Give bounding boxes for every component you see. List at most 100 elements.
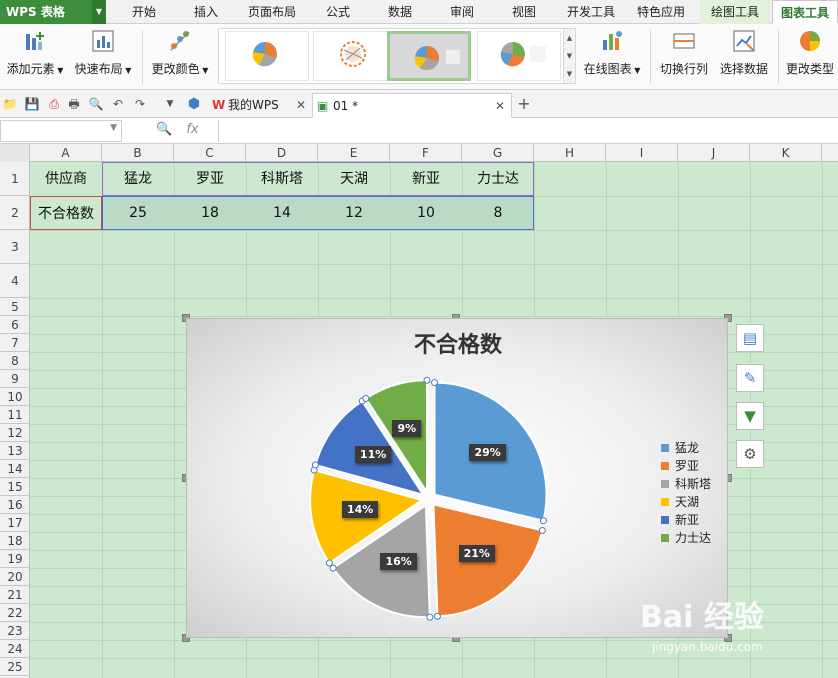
column-header-f[interactable]: F xyxy=(390,144,462,162)
undo-icon[interactable]: ↶ xyxy=(110,96,126,112)
chart-style-2[interactable] xyxy=(313,31,397,81)
tab-drawing-tools[interactable]: 绘图工具 xyxy=(700,0,770,24)
change-type-button[interactable]: 更改类型 xyxy=(782,28,838,77)
chart-settings-gear-icon[interactable]: ⚙ xyxy=(736,440,764,468)
column-header-a[interactable]: A xyxy=(30,144,102,162)
customize-toolbar-icon[interactable]: ▼ xyxy=(162,96,178,112)
row-header[interactable]: 3 xyxy=(0,230,30,264)
cell-a2[interactable]: 不合格数 xyxy=(30,196,102,230)
row-header[interactable]: 6 xyxy=(0,316,30,334)
tab-my-wps[interactable]: W 我的WPS ✕ xyxy=(208,93,312,118)
data-label-3[interactable]: 16% xyxy=(380,553,417,571)
row-header[interactable]: 7 xyxy=(0,334,30,352)
chart-style-3-selected[interactable] xyxy=(387,31,471,81)
select-data-button[interactable]: 选择数据 xyxy=(716,28,772,77)
row-header[interactable]: 1 xyxy=(0,162,30,196)
print-icon[interactable]: 🖶 xyxy=(66,96,82,112)
app-dropdown-icon[interactable]: ▼ xyxy=(92,0,106,24)
chart-elements-icon[interactable]: ▤ xyxy=(736,324,764,352)
column-header-d[interactable]: D xyxy=(246,144,318,162)
chart-filter-icon[interactable]: ▼ xyxy=(736,402,764,430)
tab-document-01[interactable]: ▣ 01 * ✕ xyxy=(312,93,512,118)
tab-insert[interactable]: 插入 xyxy=(180,0,232,24)
cell-a1[interactable]: 供应商 xyxy=(30,162,102,196)
data-label-2[interactable]: 21% xyxy=(458,544,495,562)
row-header[interactable]: 22 xyxy=(0,604,30,622)
column-header-k[interactable]: K xyxy=(750,144,822,162)
row-header[interactable]: 12 xyxy=(0,424,30,442)
slice-handle[interactable] xyxy=(311,461,319,469)
column-header-j[interactable]: J xyxy=(678,144,750,162)
quick-layout-button[interactable]: 快速布局 ▼ xyxy=(72,28,134,77)
row-header[interactable]: 21 xyxy=(0,586,30,604)
tab-home[interactable]: 开始 xyxy=(118,0,170,24)
column-header-i[interactable]: I xyxy=(606,144,678,162)
row-header[interactable]: 2 xyxy=(0,196,30,230)
legend-entry[interactable]: 新亚 xyxy=(661,511,699,529)
gallery-scroll[interactable]: ▲ ▼ ▼ xyxy=(563,29,575,83)
legend-entry[interactable]: 天湖 xyxy=(661,493,699,511)
tab-chart-tools[interactable]: 图表工具 xyxy=(772,0,838,24)
row-header[interactable]: 15 xyxy=(0,478,30,496)
tab-developer[interactable]: 开发工具 xyxy=(560,0,622,24)
column-header-b[interactable]: B xyxy=(102,144,174,162)
chart-style-1[interactable] xyxy=(225,31,309,81)
chevron-down-icon[interactable]: ▼ xyxy=(110,123,117,133)
select-all-corner[interactable] xyxy=(0,144,30,162)
row-header[interactable]: 17 xyxy=(0,514,30,532)
row-header[interactable]: 25 xyxy=(0,658,30,676)
row-header[interactable]: 13 xyxy=(0,442,30,460)
new-tab-icon[interactable]: + xyxy=(516,96,532,112)
row-header[interactable]: 20 xyxy=(0,568,30,586)
column-header-c[interactable]: C xyxy=(174,144,246,162)
name-box[interactable]: ▼ xyxy=(0,120,122,142)
pie-chart[interactable]: 不合格数 29% 21% 16% 14% 11% 9% 猛龙 罗亚 科斯塔 天湖 新亚 力士达 xyxy=(186,318,728,638)
save-icon[interactable]: 💾 xyxy=(24,96,40,112)
column-header-h[interactable]: H xyxy=(534,144,606,162)
online-chart-button[interactable]: 在线图表 ▼ xyxy=(580,28,644,77)
slice-handle[interactable] xyxy=(362,394,370,402)
legend-entry[interactable]: 罗亚 xyxy=(661,457,699,475)
data-label-5[interactable]: 11% xyxy=(354,446,392,464)
data-label-4[interactable]: 14% xyxy=(341,500,379,518)
slice-handle[interactable] xyxy=(423,376,431,384)
legend-entry[interactable]: 科斯塔 xyxy=(661,475,711,493)
slice-handle[interactable] xyxy=(433,612,441,620)
slice-handle[interactable] xyxy=(426,613,434,621)
row-header[interactable]: 16 xyxy=(0,496,30,514)
tab-review[interactable]: 审阅 xyxy=(438,0,486,24)
open-folder-icon[interactable]: 📁 xyxy=(2,96,18,112)
slice-handle[interactable] xyxy=(430,379,438,387)
row-header[interactable]: 8 xyxy=(0,352,30,370)
chart-style-brush-icon[interactable]: ✎ xyxy=(736,364,764,392)
data-label-1[interactable]: 29% xyxy=(469,444,506,462)
tab-features[interactable]: 特色应用 xyxy=(630,0,692,24)
formula-input[interactable] xyxy=(218,120,838,142)
row-header[interactable]: 11 xyxy=(0,406,30,424)
slice-handle[interactable] xyxy=(538,526,546,534)
tab-view[interactable]: 视图 xyxy=(500,0,548,24)
cube-icon[interactable]: ⬢ xyxy=(186,96,202,112)
print-preview-icon[interactable]: 🔍 xyxy=(88,96,104,112)
row-header[interactable]: 5 xyxy=(0,298,30,316)
switch-row-col-button[interactable]: 切换行列 xyxy=(656,28,712,77)
column-header-g[interactable]: G xyxy=(462,144,534,162)
data-label-6[interactable]: 9% xyxy=(392,420,422,438)
redo-icon[interactable]: ↷ xyxy=(132,96,148,112)
legend-entry[interactable]: 猛龙 xyxy=(661,439,699,457)
row-header[interactable]: 18 xyxy=(0,532,30,550)
tab-page-layout[interactable]: 页面布局 xyxy=(240,0,304,24)
column-header-e[interactable]: E xyxy=(318,144,390,162)
export-pdf-icon[interactable]: ⎙ xyxy=(46,96,62,112)
row-header[interactable]: 4 xyxy=(0,264,30,298)
fx-icon[interactable]: fx xyxy=(186,122,198,137)
row-header[interactable]: 19 xyxy=(0,550,30,568)
chart-style-4[interactable] xyxy=(477,31,561,81)
slice-handle[interactable] xyxy=(539,517,547,525)
legend-entry[interactable]: 力士达 xyxy=(661,529,711,547)
close-icon[interactable]: ✕ xyxy=(296,93,306,117)
slice-handle[interactable] xyxy=(325,559,333,567)
row-header[interactable]: 10 xyxy=(0,388,30,406)
chart-legend[interactable]: 猛龙 罗亚 科斯塔 天湖 新亚 力士达 xyxy=(661,439,719,551)
close-icon[interactable]: ✕ xyxy=(495,94,505,118)
